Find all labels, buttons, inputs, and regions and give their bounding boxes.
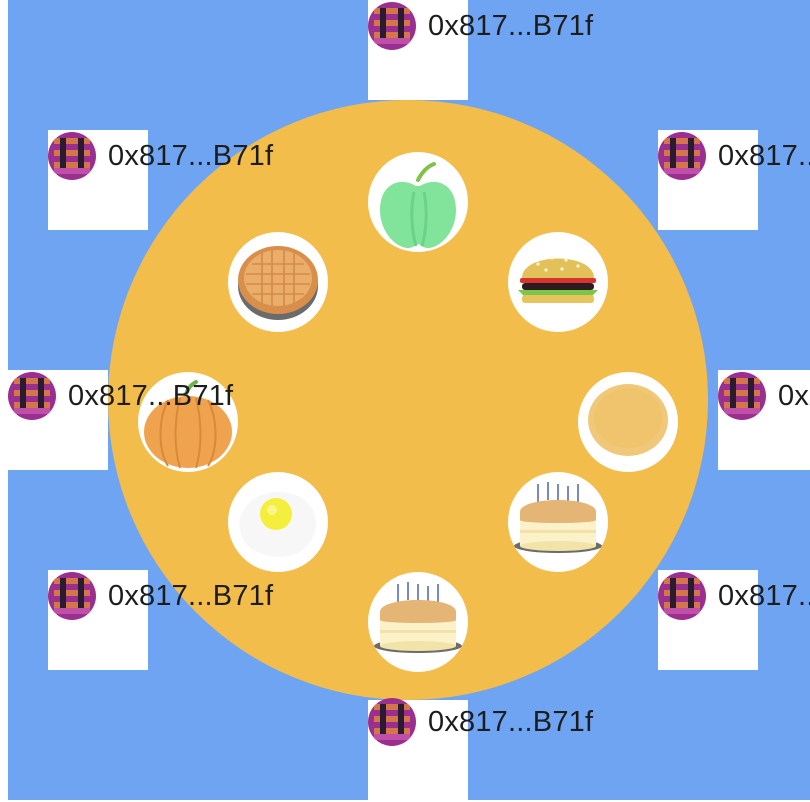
plate-egg[interactable] <box>228 472 328 572</box>
seat-label-top-right[interactable]: 0x817...B71f <box>658 132 810 180</box>
dining-room: 0x817...B71f 0x817...B71f 0x817...B71f <box>8 0 810 800</box>
seat-address: 0x817...B71f <box>428 705 594 738</box>
seat-label-bottom[interactable]: 0x817...B71f <box>368 698 593 746</box>
seat-address: 0x817...B71f <box>718 579 810 612</box>
seat-label-right[interactable]: 0x817...B71f <box>718 372 810 420</box>
pixel-avatar-icon <box>48 572 96 620</box>
pixel-avatar-icon <box>658 572 706 620</box>
pie-icon <box>238 246 318 320</box>
fried-egg-icon <box>239 491 316 557</box>
seat-address: 0x817...B71f <box>718 139 810 172</box>
pixel-avatar-icon <box>368 2 416 50</box>
pixel-avatar-icon <box>368 698 416 746</box>
pancake-icon <box>588 384 668 456</box>
seat-label-top[interactable]: 0x817...B71f <box>368 2 593 50</box>
seat-label-bottom-left[interactable]: 0x817...B71f <box>48 572 273 620</box>
pixel-avatar-icon <box>718 372 766 420</box>
seat-label-bottom-right[interactable]: 0x817...B71f <box>658 572 810 620</box>
plate-apple[interactable] <box>368 152 468 252</box>
seat-address: 0x817...B71f <box>68 379 234 412</box>
plate-cake-bottom[interactable] <box>368 572 468 672</box>
plate-cake-right[interactable] <box>508 472 608 572</box>
pixel-avatar-icon <box>658 132 706 180</box>
seat-address: 0x817...B71f <box>778 379 810 412</box>
pixel-avatar-icon <box>8 372 56 420</box>
cake-icon <box>514 482 602 553</box>
cake-icon <box>374 582 462 653</box>
apple-icon <box>380 162 456 248</box>
seat-address: 0x817...B71f <box>108 139 274 172</box>
seat-address: 0x817...B71f <box>108 579 274 612</box>
plate-pancake[interactable] <box>578 372 678 472</box>
seat-label-top-left[interactable]: 0x817...B71f <box>48 132 273 180</box>
pixel-avatar-icon <box>48 132 96 180</box>
plate-pie[interactable] <box>228 232 328 332</box>
burger-icon <box>518 256 598 303</box>
seat-label-left[interactable]: 0x817...B71f <box>8 372 233 420</box>
plate-burger[interactable] <box>508 232 608 332</box>
seat-address: 0x817...B71f <box>428 9 594 42</box>
